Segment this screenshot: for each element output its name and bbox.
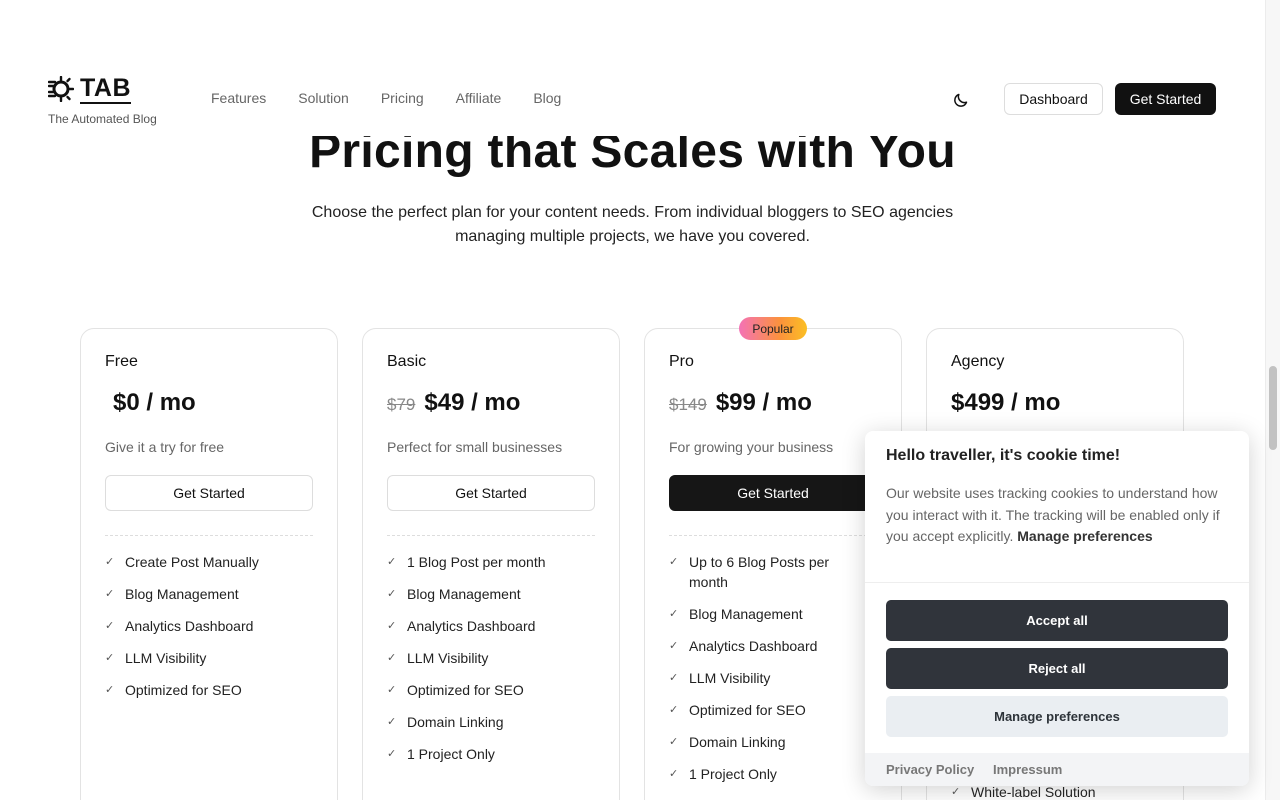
price-row: $499 / mo xyxy=(951,389,1159,421)
check-icon: ✓ xyxy=(105,588,115,600)
divider xyxy=(105,535,313,536)
feature-item: ✓ Blog Management xyxy=(105,586,239,602)
plan-price: $99 / mo xyxy=(715,389,812,416)
nav-features[interactable]: Features xyxy=(211,90,266,106)
popular-badge: Popular xyxy=(739,317,807,340)
feature-list: ✓ 1 Blog Post per month ✓ Blog Management … xyxy=(387,552,595,764)
site-header: TAB The Automated Blog Features Solution… xyxy=(0,0,1265,136)
check-icon: ✓ xyxy=(105,652,115,664)
check-icon: ✓ xyxy=(387,620,397,632)
privacy-policy-link[interactable]: Privacy Policy xyxy=(886,762,974,777)
check-icon: ✓ xyxy=(105,684,115,696)
moon-icon xyxy=(954,93,968,107)
feature-item: ✓ Optimized for SEO xyxy=(105,682,242,698)
check-icon: ✓ xyxy=(105,620,115,632)
check-icon: ✓ xyxy=(669,736,679,748)
page-scrollbar[interactable] xyxy=(1265,0,1280,800)
check-icon: ✓ xyxy=(669,640,679,652)
logo[interactable]: TAB The Automated Blog xyxy=(48,74,157,126)
plan-get-started-button[interactable]: Get Started xyxy=(105,475,313,511)
feature-item: ✓ LLM Visibility xyxy=(387,650,489,666)
feature-item: ✓ LLM Visibility xyxy=(669,670,771,686)
plan-price: $0 / mo xyxy=(113,389,196,416)
price-row: $149 $99 / mo xyxy=(669,389,877,421)
scrollbar-thumb[interactable] xyxy=(1269,366,1277,450)
cookie-title: Hello traveller, it's cookie time! xyxy=(886,447,1121,464)
old-price: $149 xyxy=(669,395,707,414)
feature-item: ✓ Blog Management xyxy=(387,586,521,602)
feature-item: ✓ 1 Blog Post per month xyxy=(387,554,546,570)
check-icon: ✓ xyxy=(387,588,397,600)
logo-subtitle: The Automated Blog xyxy=(48,112,157,126)
cookie-description: Our website uses tracking cookies to und… xyxy=(886,485,1220,544)
feature-item: ✓ Domain Linking xyxy=(387,714,504,730)
plan-name: Pro xyxy=(669,353,694,370)
feature-item: ✓ 1 Project Only xyxy=(387,746,495,762)
feature-item: ✓ Blog Management xyxy=(669,606,803,622)
feature-item: ✓ LLM Visibility xyxy=(105,650,207,666)
check-icon: ✓ xyxy=(669,768,679,780)
divider xyxy=(387,535,595,536)
feature-item: ✓ Analytics Dashboard xyxy=(669,638,818,654)
nav-pricing[interactable]: Pricing xyxy=(381,90,424,106)
dashboard-button[interactable]: Dashboard xyxy=(1004,83,1103,115)
feature-list: ✓ Create Post Manually ✓ Blog Management ✓… xyxy=(105,552,313,700)
feature-item: ✓ Up to 6 Blog Posts per month xyxy=(669,554,830,590)
theme-toggle-button[interactable] xyxy=(950,89,972,111)
nav-solution[interactable]: Solution xyxy=(298,90,349,106)
plan-card-basic: Basic $79 $49 / mo Perfect for small bus… xyxy=(362,328,620,800)
feature-item: ✓ Optimized for SEO xyxy=(669,702,806,718)
price-row: $79 $49 / mo xyxy=(387,389,595,421)
divider xyxy=(669,535,877,536)
feature-item: ✓ Create Post Manually xyxy=(105,554,259,570)
plan-description: For growing your business xyxy=(669,439,834,455)
plan-card-pro: Pro $149 $99 / mo For growing your busin… xyxy=(644,328,902,800)
plan-description: Perfect for small businesses xyxy=(387,439,563,455)
cookie-consent-dialog: Hello traveller, it's cookie time! Our w… xyxy=(865,431,1249,786)
old-price: $79 xyxy=(387,395,416,414)
plan-price: $499 / mo xyxy=(951,389,1061,416)
plan-description: Give it a try for free xyxy=(105,439,225,455)
check-icon: ✓ xyxy=(387,652,397,664)
feature-item: ✓ Analytics Dashboard xyxy=(105,618,254,634)
nav-affiliate[interactable]: Affiliate xyxy=(456,90,502,106)
plan-get-started-button[interactable]: Get Started xyxy=(669,475,877,511)
plan-name: Agency xyxy=(951,353,1005,370)
plan-name: Free xyxy=(105,353,138,370)
nav-blog[interactable]: Blog xyxy=(533,90,561,106)
plan-price: $49 / mo xyxy=(424,389,521,416)
logo-text: TAB xyxy=(80,74,132,104)
check-icon: ✓ xyxy=(387,716,397,728)
feature-item: ✓ Optimized for SEO xyxy=(387,682,524,698)
feature-item: ✓ 1 Project Only xyxy=(669,766,777,782)
plan-card-free: Free $0 / mo Give it a try for free Get … xyxy=(80,328,338,800)
divider xyxy=(865,582,1249,583)
check-icon: ✓ xyxy=(387,556,397,568)
plan-get-started-button[interactable]: Get Started xyxy=(387,475,595,511)
check-icon: ✓ xyxy=(951,786,961,798)
get-started-button[interactable]: Get Started xyxy=(1115,83,1216,115)
plan-name: Basic xyxy=(387,353,427,370)
check-icon: ✓ xyxy=(387,748,397,760)
feature-item: ✓ Analytics Dashboard xyxy=(387,618,536,634)
accept-all-button[interactable]: Accept all xyxy=(886,600,1228,641)
gear-logo-icon xyxy=(48,76,74,102)
check-icon: ✓ xyxy=(669,556,679,568)
manage-preferences-link[interactable]: Manage preferences xyxy=(1017,528,1152,544)
check-icon: ✓ xyxy=(105,556,115,568)
check-icon: ✓ xyxy=(669,608,679,620)
reject-all-button[interactable]: Reject all xyxy=(886,648,1228,689)
price-row: $0 / mo xyxy=(105,389,313,421)
check-icon: ✓ xyxy=(669,704,679,716)
page-subtitle: Choose the perfect plan for your content… xyxy=(311,204,954,245)
feature-list: ✓ Up to 6 Blog Posts per month ✓ Blog Mana… xyxy=(669,552,839,784)
feature-item: ✓ Domain Linking xyxy=(669,734,786,750)
main-nav: Features Solution Pricing Affiliate Blog xyxy=(211,90,593,106)
impressum-link[interactable]: Impressum xyxy=(993,762,1062,777)
manage-preferences-button[interactable]: Manage preferences xyxy=(886,696,1228,737)
check-icon: ✓ xyxy=(669,672,679,684)
feature-item: ✓ White-label Solution xyxy=(951,784,1096,800)
check-icon: ✓ xyxy=(387,684,397,696)
